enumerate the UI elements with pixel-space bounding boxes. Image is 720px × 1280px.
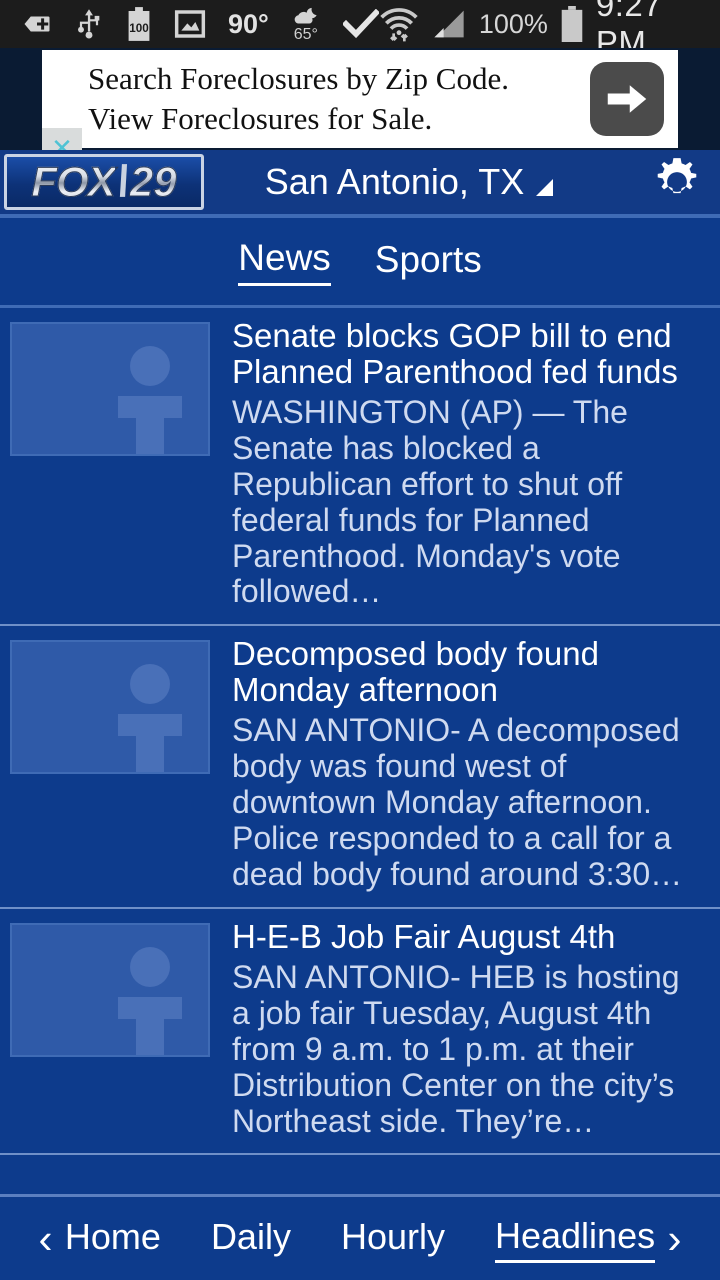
article-body: Senate blocks GOP bill to end Planned Pa… — [232, 318, 710, 610]
phone-screen: 100 90° 65° 100% 9:27 PM Search Foreclos… — [0, 0, 720, 1280]
ad-line-2: View Foreclosures for Sale. — [88, 101, 433, 136]
photo-icon — [174, 8, 206, 40]
section-tabs: News Sports — [0, 218, 720, 308]
nav-item-home[interactable]: Home — [65, 1216, 161, 1261]
nav-item-hourly[interactable]: Hourly — [341, 1216, 445, 1261]
article-list[interactable]: Senate blocks GOP bill to end Planned Pa… — [0, 308, 720, 1161]
ad-text: Search Foreclosures by Zip Code. View Fo… — [42, 59, 590, 140]
ad-zone: Search Foreclosures by Zip Code. View Fo… — [0, 48, 720, 168]
article-title: Decomposed body found Monday afternoon — [232, 635, 599, 708]
sim-plus-icon — [22, 9, 52, 39]
app-header: FOX \ 29 San Antonio, TX — [0, 150, 720, 218]
location-selector[interactable]: San Antonio, TX — [184, 161, 634, 203]
wifi-data-icon — [379, 5, 419, 43]
settings-button[interactable] — [634, 155, 720, 209]
ad-banner[interactable]: Search Foreclosures by Zip Code. View Fo… — [42, 50, 678, 168]
article-description: SAN ANTONIO- HEB is hosting a job fair T… — [232, 959, 680, 1139]
battery-full-icon — [560, 6, 584, 42]
article-item[interactable]: Man jumps bank counter, attacks workers … — [0, 1155, 720, 1161]
battery-percent-label: 100% — [478, 8, 548, 39]
info-placeholder-icon — [10, 922, 210, 1057]
ad-cta-button[interactable] — [590, 62, 664, 136]
cloud-moon-icon — [294, 7, 317, 24]
info-placeholder-icon — [10, 322, 210, 456]
triangle-dropdown-icon — [536, 178, 554, 196]
gear-icon — [657, 158, 697, 194]
chevron-left-icon[interactable]: ‹ — [26, 1217, 65, 1260]
tab-sports[interactable]: Sports — [375, 239, 482, 285]
signal-bars-icon — [431, 8, 467, 40]
article-title: Senate blocks GOP bill to end Planned Pa… — [232, 317, 678, 390]
checkmark-icon — [342, 9, 379, 39]
usb-icon — [74, 8, 104, 40]
article-body: Decomposed body found Monday afternoon S… — [232, 636, 710, 892]
fox29-logo[interactable]: FOX \ 29 — [4, 154, 204, 210]
article-title: H-E-B Job Fair August 4th — [232, 917, 616, 955]
location-label: San Antonio, TX — [264, 161, 525, 202]
bottom-navigation: ‹ Home Daily Hourly Headlines › — [0, 1194, 720, 1280]
status-bar-left-icons: 100 90° 65° — [22, 6, 379, 43]
ad-line-1: Search Foreclosures by Zip Code. — [88, 60, 509, 96]
ad-cta-wrap — [590, 62, 678, 136]
svg-text:100: 100 — [129, 22, 149, 35]
tab-news[interactable]: News — [238, 237, 331, 286]
article-item[interactable]: Senate blocks GOP bill to end Planned Pa… — [0, 308, 720, 627]
article-body: H-E-B Job Fair August 4th SAN ANTONIO- H… — [232, 917, 710, 1140]
arrow-right-icon — [607, 85, 647, 113]
weather-low-label: 65° — [293, 25, 318, 43]
logo-number-text: 29 — [129, 158, 177, 206]
status-bar: 100 90° 65° 100% 9:27 PM — [0, 0, 720, 61]
article-item[interactable]: H-E-B Job Fair August 4th SAN ANTONIO- H… — [0, 909, 720, 1156]
logo-fox-text: FOX — [31, 158, 116, 206]
article-description: WASHINGTON (AP) — The Senate has blocked… — [232, 394, 628, 610]
bottom-nav-items: Home Daily Hourly Headlines — [65, 1215, 656, 1263]
nav-item-daily[interactable]: Daily — [211, 1216, 291, 1261]
info-placeholder-icon — [10, 640, 210, 775]
temperature-label: 90° — [228, 8, 269, 39]
article-description: SAN ANTONIO- A decomposed body was found… — [232, 712, 683, 892]
weather-indicator: 65° — [291, 6, 321, 43]
article-item[interactable]: Decomposed body found Monday afternoon S… — [0, 626, 720, 909]
battery-100-icon: 100 — [126, 7, 152, 41]
nav-item-headlines[interactable]: Headlines — [494, 1215, 656, 1263]
chevron-right-icon[interactable]: › — [655, 1217, 694, 1260]
